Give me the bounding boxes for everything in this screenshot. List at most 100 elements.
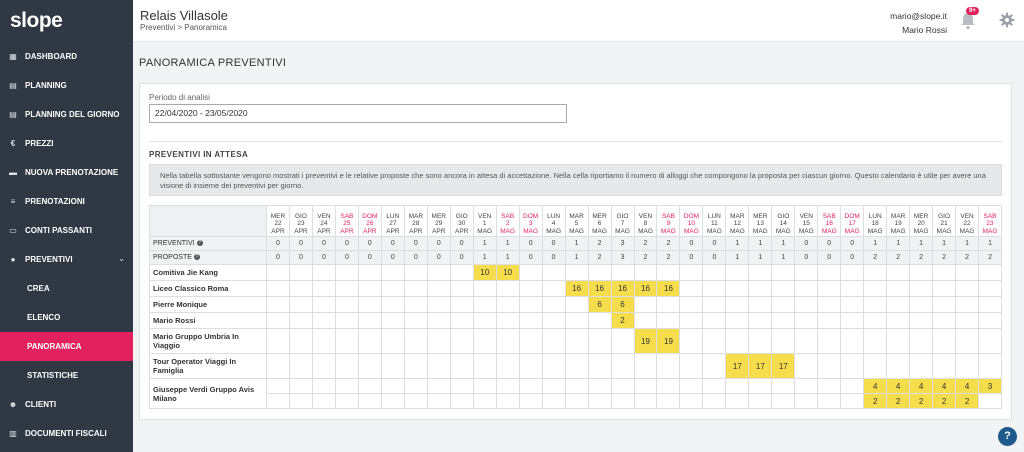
days-header-row: MER 22 APR GIO 23 APR VEN 24 APR SAB 25 APR DOM 26 APR… [149, 205, 1002, 237]
sidebar-item-statistiche[interactable]: STATISTICHE [0, 361, 133, 390]
day-header-day: 25 [343, 220, 351, 228]
day-header: VEN 1 MAG [472, 205, 497, 237]
sidebar-item-planning-del-giorno[interactable]: ▤ PLANNING DEL GIORNO [0, 100, 133, 129]
quote-cell [840, 296, 865, 313]
quote-cell [863, 312, 888, 329]
quote-cell[interactable]: 4 [932, 378, 957, 394]
quote-cell [541, 393, 566, 409]
count-row: PREVENTIVI ? 0 0 0 0 0 0 0 0 0 1 1 0 0 1 2 3 2 2 0 0 1 1 1 0 0 0 1 1… [149, 236, 1002, 251]
quote-name[interactable]: Giuseppe Verdi Gruppo Avis Milano [149, 378, 267, 409]
quote-name[interactable]: Liceo Classico Roma [149, 280, 267, 297]
help-tooltip-icon[interactable]: ? [196, 240, 203, 247]
users-icon: ☻ [8, 400, 18, 409]
quote-cell [380, 264, 405, 281]
quote-cell [725, 328, 750, 354]
quote-name[interactable]: Comitiva Jie Kang [149, 264, 267, 281]
period-input[interactable]: 22/04/2020 - 23/05/2020 [149, 104, 567, 123]
quote-cell [311, 264, 336, 281]
quote-name[interactable]: Mario Rossi [149, 312, 267, 329]
sidebar-item-label: PLANNING DEL GIORNO [25, 110, 120, 119]
day-header-day: 15 [802, 220, 810, 228]
day-header-dow: MAR [890, 213, 906, 221]
quote-cell[interactable]: 2 [955, 393, 980, 409]
quote-cell[interactable]: 6 [587, 296, 612, 313]
day-header: MAR 19 MAG [886, 205, 911, 237]
sidebar-item-crea[interactable]: CREA [0, 274, 133, 303]
sidebar-item-dashboard[interactable]: ▦ DASHBOARD [0, 42, 133, 71]
day-header: MAR 28 APR [403, 205, 428, 237]
quote-cell[interactable]: 2 [932, 393, 957, 409]
sidebar-item-prenotazioni[interactable]: ≡ PRENOTAZIONI [0, 187, 133, 216]
quote-name[interactable]: Tour Operator Viaggi In Famiglia [149, 353, 267, 379]
quote-cell [748, 378, 773, 394]
quote-name[interactable]: Pierre Monique [149, 296, 267, 313]
sidebar-item-panoramica[interactable]: PANORAMICA [0, 332, 133, 361]
quote-cell [311, 312, 336, 329]
settings-button[interactable] [999, 12, 1015, 28]
quote-cell[interactable]: 2 [863, 393, 888, 409]
quote-cell [771, 328, 796, 354]
quote-cell[interactable]: 2 [886, 393, 911, 409]
quote-cell [702, 296, 727, 313]
quote-cell[interactable]: 2 [610, 312, 635, 329]
quote-cell[interactable]: 6 [610, 296, 635, 313]
sidebar-item-conti-passanti[interactable]: ▭ CONTI PASSANTI [0, 216, 133, 245]
quote-cell[interactable]: 4 [863, 378, 888, 394]
quote-cell [380, 353, 405, 379]
day-header-dow: DOM [523, 213, 539, 221]
quote-cell [817, 353, 842, 379]
quote-cell[interactable]: 10 [472, 264, 497, 281]
quote-cell [541, 353, 566, 379]
quote-cell [794, 328, 819, 354]
quote-cell[interactable]: 4 [955, 378, 980, 394]
sidebar-item-prezzi[interactable]: € PREZZI [0, 129, 133, 158]
quote-cell[interactable]: 16 [656, 280, 681, 297]
quote-cell[interactable]: 2 [909, 393, 934, 409]
quote-cell [863, 353, 888, 379]
quote-name[interactable]: Mario Gruppo Umbria In Viaggio [149, 328, 267, 354]
quote-cell[interactable]: 16 [564, 280, 589, 297]
quote-cell[interactable]: 4 [909, 378, 934, 394]
notifications-button[interactable]: 9+ [956, 7, 980, 32]
quote-cell[interactable]: 19 [656, 328, 681, 354]
quote-cell[interactable]: 16 [633, 280, 658, 297]
quote-cell [495, 296, 520, 313]
quote-cell [288, 312, 313, 329]
quote-cell[interactable]: 4 [886, 378, 911, 394]
period-label: Periodo di analisi [149, 93, 210, 102]
sidebar-item-documenti-fiscali[interactable]: ▥ DOCUMENTI FISCALI [0, 419, 133, 448]
quote-row: Giuseppe Verdi Gruppo Avis Milano 4 4 4 4 4 3 [149, 378, 1002, 409]
sidebar-item-clienti[interactable]: ☻ CLIENTI [0, 390, 133, 419]
quote-cell [725, 296, 750, 313]
help-button[interactable]: ? [998, 427, 1017, 446]
day-header-dow: MAR [408, 213, 424, 221]
quote-cell[interactable]: 19 [633, 328, 658, 354]
quote-cell[interactable]: 17 [725, 353, 750, 379]
quote-cell[interactable]: 16 [587, 280, 612, 297]
sidebar-item-planning[interactable]: ▤ PLANNING [0, 71, 133, 100]
sidebar-item-elenco[interactable]: ELENCO [0, 303, 133, 332]
help-tooltip-icon[interactable]: ? [193, 254, 200, 261]
sidebar-item-label: PRENOTAZIONI [25, 197, 85, 206]
count-cell: 0 [679, 250, 704, 265]
quote-cell[interactable]: 3 [978, 378, 1002, 394]
quote-cell [610, 328, 635, 354]
quote-cell [426, 296, 451, 313]
quote-cell [679, 393, 704, 409]
quote-cell [794, 264, 819, 281]
quote-cell[interactable]: 17 [748, 353, 773, 379]
day-header: GIO 14 MAG [771, 205, 796, 237]
quote-cell [357, 280, 382, 297]
quote-cell[interactable]: 16 [610, 280, 635, 297]
quote-cell [840, 393, 865, 409]
day-header: MER 6 MAG [587, 205, 612, 237]
sidebar-item-nuova-prenotazione[interactable]: ▬ NUOVA PRENOTAZIONE [0, 158, 133, 187]
quote-cell[interactable]: 10 [495, 264, 520, 281]
user-menu[interactable]: mario@slope.it Mario Rossi [890, 9, 947, 37]
quote-cell[interactable]: 17 [771, 353, 796, 379]
sidebar-item-preventivi[interactable]: ● PREVENTIVI ⌄ [0, 245, 133, 274]
quote-cell [472, 328, 497, 354]
quote-cell [955, 296, 980, 313]
count-cell: 3 [610, 250, 635, 265]
app-logo[interactable]: slope [0, 0, 133, 42]
